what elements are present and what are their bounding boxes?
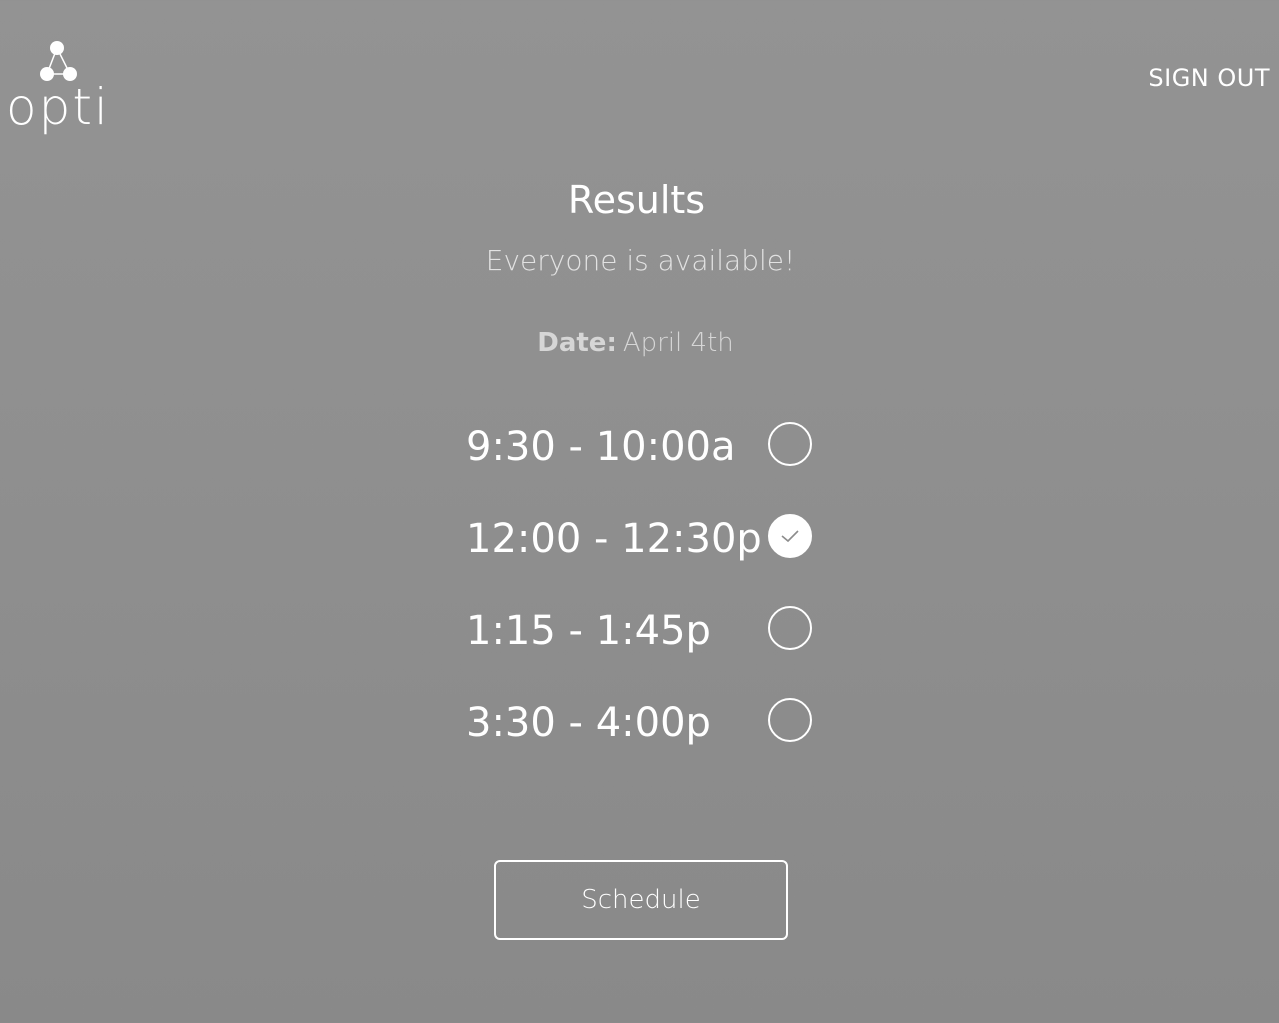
radio-checked-icon[interactable] [768, 514, 812, 558]
date-line: Date: April 4th [0, 328, 1271, 358]
radio-unchecked-icon[interactable] [768, 422, 812, 466]
logo-wordmark: opti [6, 78, 110, 136]
opti-logo[interactable]: opti [6, 40, 116, 150]
time-slot-label: 12:00 - 12:30p [466, 516, 762, 562]
time-slot-option[interactable]: 1:15 - 1:45p [466, 602, 826, 694]
time-slot-label: 3:30 - 4:00p [466, 700, 711, 746]
time-slot-option[interactable]: 9:30 - 10:00a [466, 418, 826, 510]
date-value: April 4th [622, 328, 734, 358]
checkmark-icon [781, 530, 799, 543]
page-title: Results [567, 178, 706, 222]
sign-out-link[interactable]: SIGN OUT [1148, 64, 1270, 92]
time-slot-option[interactable]: 3:30 - 4:00p [466, 694, 826, 786]
time-slot-label: 9:30 - 10:00a [466, 424, 736, 470]
time-slot-label: 1:15 - 1:45p [466, 608, 711, 654]
time-slot-list: 9:30 - 10:00a 12:00 - 12:30p 1:15 - 1:45… [466, 418, 826, 786]
schedule-button[interactable]: Schedule [494, 860, 788, 940]
date-label: Date: [537, 328, 617, 358]
time-slot-option[interactable]: 12:00 - 12:30p [466, 510, 826, 602]
availability-message: Everyone is available! [485, 244, 796, 277]
radio-unchecked-icon[interactable] [768, 606, 812, 650]
radio-unchecked-icon[interactable] [768, 698, 812, 742]
